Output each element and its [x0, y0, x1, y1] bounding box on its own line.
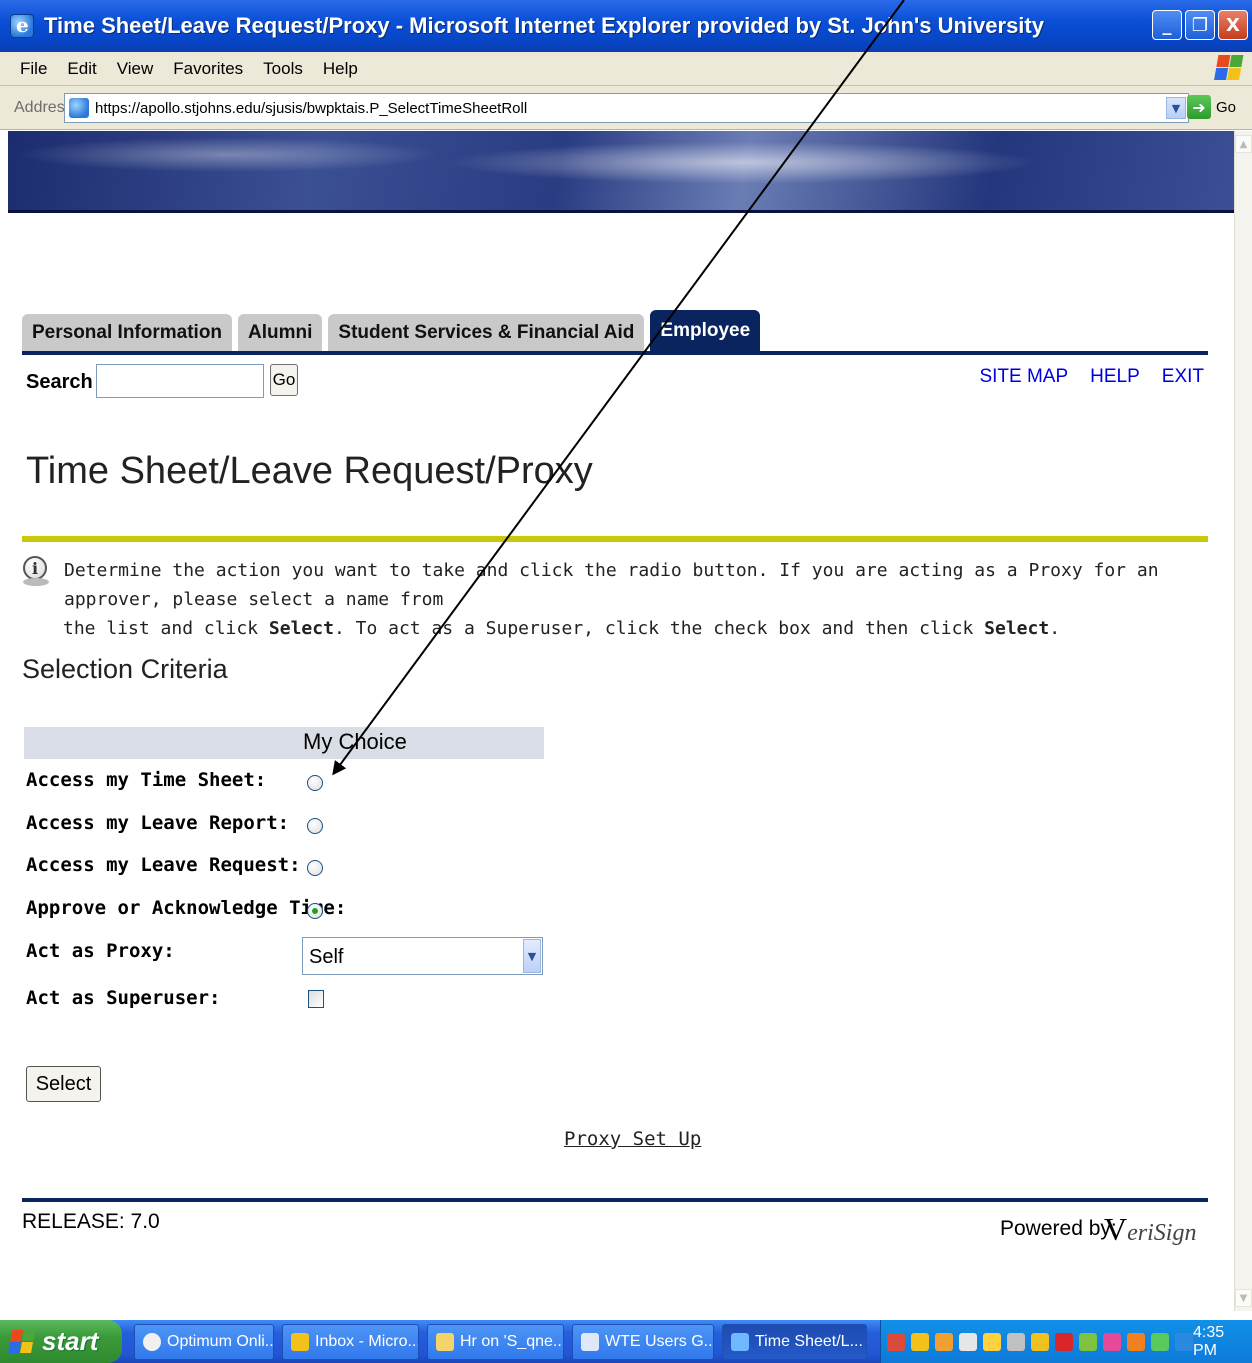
menu-edit[interactable]: Edit — [67, 59, 96, 79]
superuser-checkbox[interactable] — [308, 990, 324, 1008]
menu-file[interactable]: File — [20, 59, 47, 79]
taskbar-item[interactable]: Hr on 'S_qne... — [427, 1324, 564, 1360]
taskbar-item[interactable]: Inbox - Micro... — [282, 1324, 419, 1360]
search-label: Search — [26, 371, 93, 393]
proxy-select-value[interactable]: Self — [309, 946, 343, 969]
search-input[interactable] — [96, 364, 264, 398]
scroll-up-icon[interactable]: ▲ — [1235, 135, 1252, 153]
approve-acknowledge-time-label: Approve or Acknowledge Time: — [26, 897, 347, 919]
taskbar-item[interactable]: Optimum Onli... — [134, 1324, 274, 1360]
criteria-header-row: My Choice — [24, 727, 544, 759]
powered-by-label: Powered by: — [1000, 1217, 1117, 1240]
address-go-button[interactable]: ➜ Go — [1186, 95, 1236, 119]
internet-explorer-icon — [731, 1333, 749, 1351]
info-line-2: the list and click Select. To act as a S… — [63, 618, 1061, 639]
address-input[interactable]: https://apollo.stjohns.edu/sjusis/bwpkta… — [64, 93, 1189, 123]
access-leave-request-label: Access my Leave Request: — [26, 854, 301, 876]
start-button[interactable]: start — [0, 1320, 122, 1363]
tray-icon[interactable] — [1103, 1332, 1121, 1351]
menu-tools[interactable]: Tools — [263, 59, 303, 79]
select-button[interactable]: Select — [26, 1066, 101, 1102]
tray-icon[interactable] — [1175, 1332, 1193, 1351]
header-banner — [8, 131, 1234, 213]
title-divider — [22, 536, 1208, 542]
page-icon — [69, 98, 89, 118]
word-document-icon — [581, 1333, 599, 1351]
info-icon: i — [23, 556, 55, 588]
top-links: SITE MAP HELP EXIT — [979, 366, 1204, 388]
access-time-sheet-label: Access my Time Sheet: — [26, 769, 267, 791]
close-button[interactable]: X — [1218, 10, 1248, 40]
tab-student-services[interactable]: Student Services & Financial Aid — [328, 314, 645, 352]
internet-explorer-icon — [10, 13, 34, 38]
proxy-set-up-link[interactable]: Proxy Set Up — [564, 1128, 701, 1150]
tray-icon[interactable] — [1079, 1332, 1097, 1351]
tray-icon[interactable] — [1127, 1332, 1145, 1351]
tray-icon[interactable] — [1055, 1332, 1073, 1351]
address-url[interactable]: https://apollo.stjohns.edu/sjusis/bwpkta… — [95, 100, 527, 117]
tray-icon[interactable] — [911, 1332, 929, 1351]
start-label[interactable]: start — [42, 1326, 98, 1357]
go-arrow-icon[interactable]: ➜ — [1186, 95, 1211, 119]
page-title: Time Sheet/Leave Request/Proxy — [26, 450, 593, 492]
tray-icon[interactable] — [1007, 1332, 1025, 1351]
search-go-button[interactable]: Go — [270, 364, 298, 396]
menu-favorites[interactable]: Favorites — [173, 59, 243, 79]
act-as-superuser-label: Act as Superuser: — [26, 987, 221, 1009]
tab-employee[interactable]: Employee — [650, 310, 761, 352]
info-line-1: Determine the action you want to take an… — [64, 560, 1159, 610]
windows-logo-icon — [1213, 55, 1245, 83]
selection-criteria-heading: Selection Criteria — [22, 654, 228, 684]
tray-icon[interactable] — [887, 1332, 905, 1351]
address-go-label[interactable]: Go — [1216, 99, 1236, 116]
outlook-icon — [291, 1333, 309, 1351]
tray-icon[interactable] — [959, 1332, 977, 1351]
window-title: Time Sheet/Leave Request/Proxy - Microso… — [44, 13, 1044, 38]
access-leave-report-radio[interactable] — [307, 818, 323, 834]
my-choice-column-label: My Choice — [303, 729, 407, 754]
address-bar: Address https://apollo.stjohns.edu/sjusi… — [0, 86, 1252, 130]
proxy-select[interactable]: Self ▼ — [302, 937, 543, 975]
browser-icon — [143, 1333, 161, 1351]
info-text: Determine the action you want to take an… — [63, 556, 1214, 643]
site-map-link[interactable]: SITE MAP — [979, 366, 1068, 388]
access-leave-report-label: Access my Leave Report: — [26, 812, 290, 834]
access-leave-request-radio[interactable] — [307, 860, 323, 876]
tray-icon[interactable] — [935, 1332, 953, 1351]
tray-icon[interactable] — [1031, 1332, 1049, 1351]
approve-acknowledge-time-radio[interactable] — [307, 903, 323, 919]
taskbar: start Optimum Onli... Inbox - Micro... H… — [0, 1320, 1252, 1363]
main-tabs: Personal Information Alumni Student Serv… — [22, 307, 766, 352]
footer-divider — [22, 1198, 1208, 1202]
address-dropdown-icon[interactable]: ▼ — [1166, 97, 1186, 119]
taskbar-item[interactable]: WTE Users G... — [572, 1324, 714, 1360]
taskbar-item-active[interactable]: Time Sheet/L... — [722, 1324, 867, 1360]
act-as-proxy-label: Act as Proxy: — [26, 940, 175, 962]
window-controls: _ ❐ X — [1152, 10, 1248, 40]
tray-icon[interactable] — [983, 1332, 1001, 1351]
folder-icon — [436, 1333, 454, 1351]
release-version: RELEASE: 7.0 — [22, 1210, 160, 1233]
system-tray: 4:35 PM — [880, 1320, 1252, 1363]
access-time-sheet-radio[interactable] — [307, 775, 323, 791]
vertical-scrollbar[interactable]: ▲ ▼ — [1234, 131, 1252, 1311]
windows-logo-icon — [7, 1329, 37, 1354]
scroll-down-icon[interactable]: ▼ — [1235, 1289, 1252, 1307]
minimize-button[interactable]: _ — [1152, 10, 1182, 40]
verisign-logo: VeriSign — [1104, 1211, 1197, 1247]
tray-icon[interactable] — [1151, 1332, 1169, 1351]
chevron-down-icon[interactable]: ▼ — [523, 939, 541, 973]
tab-underline — [22, 351, 1208, 355]
menu-help[interactable]: Help — [323, 59, 358, 79]
window-title-bar: Time Sheet/Leave Request/Proxy - Microso… — [0, 0, 1252, 52]
menu-view[interactable]: View — [117, 59, 154, 79]
tab-personal-information[interactable]: Personal Information — [22, 314, 233, 352]
exit-link[interactable]: EXIT — [1162, 366, 1204, 388]
taskbar-clock: 4:35 PM — [1193, 1323, 1225, 1359]
tab-alumni[interactable]: Alumni — [238, 314, 323, 352]
menu-bar: File Edit View Favorites Tools Help — [0, 52, 1252, 86]
help-link[interactable]: HELP — [1090, 366, 1140, 388]
maximize-button[interactable]: ❐ — [1185, 10, 1215, 40]
